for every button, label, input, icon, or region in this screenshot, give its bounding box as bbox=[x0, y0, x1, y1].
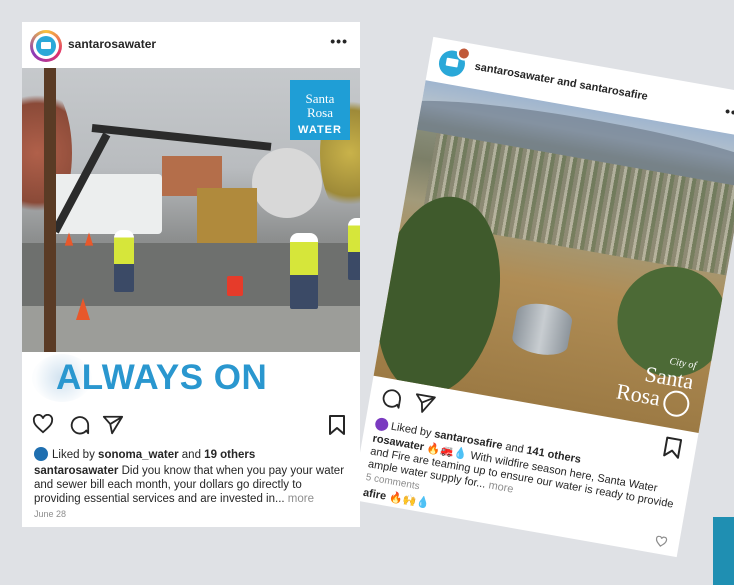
water-tank bbox=[510, 299, 575, 359]
rose-icon bbox=[661, 388, 692, 419]
city-of-santa-rosa-logo: City of Santa Rosa bbox=[614, 348, 697, 419]
comment-line: afire 🔥🙌💧 bbox=[362, 486, 431, 511]
post-caption: santarosawater Did you know that when yo… bbox=[34, 464, 350, 506]
comment-emoji: 🔥🙌💧 bbox=[387, 491, 431, 511]
comment-like-heart-icon[interactable] bbox=[654, 535, 668, 548]
post-card-collab: santarosawater and santarosafire ••• Cit… bbox=[351, 36, 734, 558]
caption-username[interactable]: santarosawater bbox=[34, 465, 118, 477]
banner-text: ALWAYS ON bbox=[56, 358, 268, 397]
santa-rosa-water-logo: Santa Rosa WATER bbox=[290, 80, 350, 140]
avatar[interactable] bbox=[30, 30, 62, 62]
more-options-icon[interactable]: ••• bbox=[724, 103, 734, 122]
liker-username[interactable]: sonoma_water bbox=[98, 449, 179, 461]
post-image-crew-working: Santa Rosa WATER bbox=[22, 68, 360, 352]
more-link[interactable]: more bbox=[288, 493, 314, 505]
traffic-cone bbox=[76, 298, 90, 320]
decorative-teal-block bbox=[713, 517, 734, 585]
share-icon[interactable] bbox=[412, 391, 437, 416]
comment-icon[interactable] bbox=[378, 385, 403, 410]
liker-avatar bbox=[374, 416, 390, 432]
liker-avatar bbox=[34, 447, 48, 461]
post-header: santarosawater ••• bbox=[22, 22, 360, 68]
share-icon[interactable] bbox=[102, 414, 124, 436]
bookmark-icon[interactable] bbox=[328, 414, 346, 436]
water-logo-icon bbox=[36, 36, 56, 56]
post-image-water-tank-aerial: City of Santa Rosa bbox=[373, 80, 734, 433]
bookmark-icon[interactable] bbox=[662, 435, 684, 460]
more-options-icon[interactable]: ••• bbox=[330, 33, 348, 49]
likes-count[interactable]: 19 others bbox=[204, 449, 255, 461]
post-date: June 28 bbox=[34, 509, 67, 519]
comment-icon[interactable] bbox=[68, 414, 90, 436]
worker bbox=[114, 230, 134, 292]
post-actions bbox=[22, 410, 360, 440]
always-on-banner: ALWAYS ON bbox=[22, 352, 360, 404]
worker bbox=[290, 233, 318, 309]
heart-icon[interactable] bbox=[32, 414, 54, 434]
comment-username[interactable]: afire bbox=[362, 487, 387, 503]
likes-line: Liked by sonoma_water and 19 others bbox=[34, 447, 255, 461]
post-card-santarosawater: santarosawater ••• Santa Rosa WATER ALWA… bbox=[22, 22, 360, 527]
post-username[interactable]: santarosawater bbox=[68, 37, 156, 51]
